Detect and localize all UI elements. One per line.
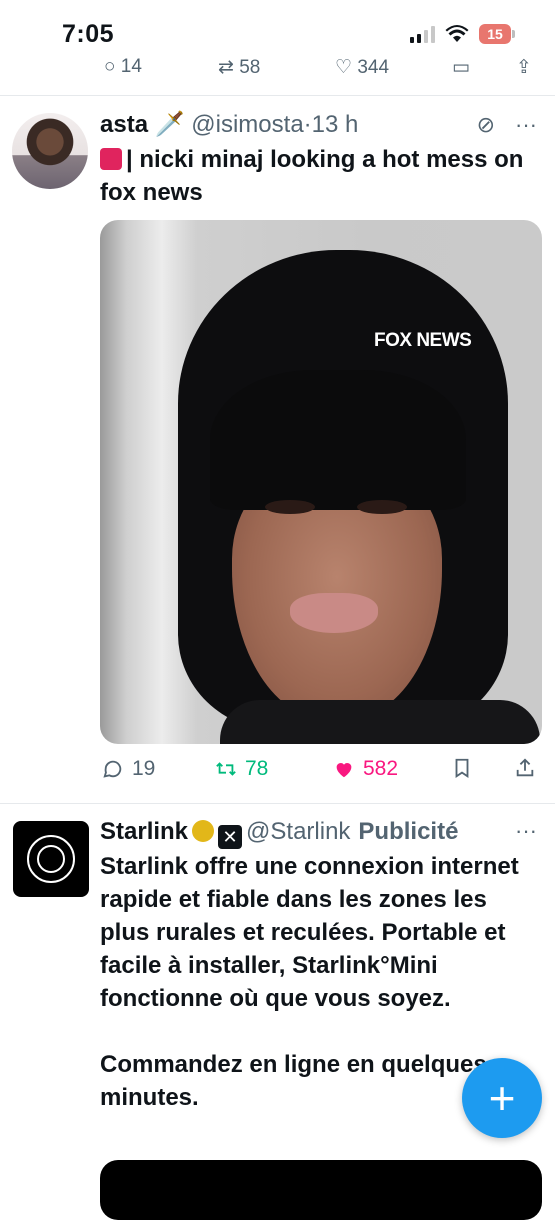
prev-reply-button[interactable]: ○ 14 [104, 56, 142, 76]
avatar[interactable] [12, 113, 88, 189]
retweet-count: 78 [245, 757, 269, 780]
ad-text-paragraph: Starlink offre une connexion internet ra… [100, 853, 519, 1012]
author-emoji: 🗡️ [154, 111, 185, 138]
tweet-media-image[interactable]: FOX NEWS [100, 220, 542, 744]
ad-more-icon[interactable]: ··· [515, 818, 537, 844]
siren-icon [100, 148, 122, 170]
battery-cap [512, 30, 515, 38]
prev-reply-count: 14 [120, 56, 142, 76]
media-eye-left [265, 500, 315, 514]
divider [0, 95, 555, 96]
promoted-label: Publicité [358, 818, 459, 845]
cellular-signal-icon [410, 25, 435, 43]
more-icon[interactable]: ··· [515, 112, 537, 138]
divider [0, 803, 555, 804]
heart-icon [336, 763, 352, 778]
fox-news-watermark: FOX NEWS [374, 330, 472, 351]
tweet-text: | nicki minaj looking a hot mess on fox … [100, 143, 530, 209]
starlink-logo[interactable] [13, 821, 89, 897]
tweet-text-content: | nicki minaj looking a hot mess on fox … [100, 146, 524, 206]
share-icon [516, 758, 534, 777]
tweet-header: asta 🗡️ @isimosta·13 h [100, 110, 358, 139]
reply-icon [103, 760, 122, 778]
tweet-top-icons: ⊘ ··· [477, 112, 537, 138]
bookmark-button[interactable] [451, 757, 473, 779]
prev-bookmark-icon[interactable]: ▭ [452, 56, 470, 76]
x-affiliate-icon: ✕ [218, 825, 243, 849]
battery-icon: 15 [479, 24, 515, 44]
tweet-time[interactable]: 13 h [312, 111, 359, 138]
ad-author-name[interactable]: Starlink [100, 818, 188, 845]
tweet-actions: 19 78 582 [100, 757, 545, 787]
prev-retweet-count: 58 [239, 57, 261, 76]
reply-button[interactable]: 19 [102, 757, 155, 781]
prev-like-count: 344 [357, 57, 390, 76]
logo-ring-inner [37, 845, 65, 873]
retweet-icon [216, 762, 236, 776]
media-shirt [220, 700, 540, 744]
status-time: 7:05 [62, 20, 115, 48]
ad-media-card[interactable] [100, 1160, 542, 1220]
author-name[interactable]: asta [100, 111, 148, 138]
prev-retweet-button[interactable]: ⇄ 58 [218, 56, 260, 76]
ad-header: Starlink ✕ @Starlink Publicité [100, 818, 458, 849]
compose-button[interactable]: + [462, 1058, 542, 1138]
prev-share-icon[interactable]: ⇪ [516, 56, 532, 76]
like-button[interactable]: 582 [333, 757, 398, 781]
status-icons: 15 [410, 24, 515, 44]
bookmark-icon [455, 758, 469, 778]
retweet-button[interactable]: 78 [215, 757, 268, 781]
previous-tweet-actions: ○ 14 ⇄ 58 ♡ 344 ▭ ⇪ [0, 52, 555, 76]
verified-badge-icon [192, 820, 215, 842]
ad-handle[interactable]: @Starlink [246, 818, 350, 845]
separator: · [303, 111, 312, 138]
wifi-icon [445, 25, 469, 42]
media-bangs [210, 370, 466, 510]
share-button[interactable] [514, 757, 536, 779]
grok-icon[interactable]: ⊘ [477, 112, 495, 138]
prev-like-button[interactable]: ♡ 344 [335, 56, 389, 76]
battery-level: 15 [479, 24, 511, 44]
media-lips [290, 593, 378, 633]
reply-count: 19 [132, 757, 156, 780]
media-eye-right [357, 500, 407, 514]
author-handle[interactable]: @isimosta [191, 111, 303, 138]
like-count: 582 [363, 757, 399, 780]
